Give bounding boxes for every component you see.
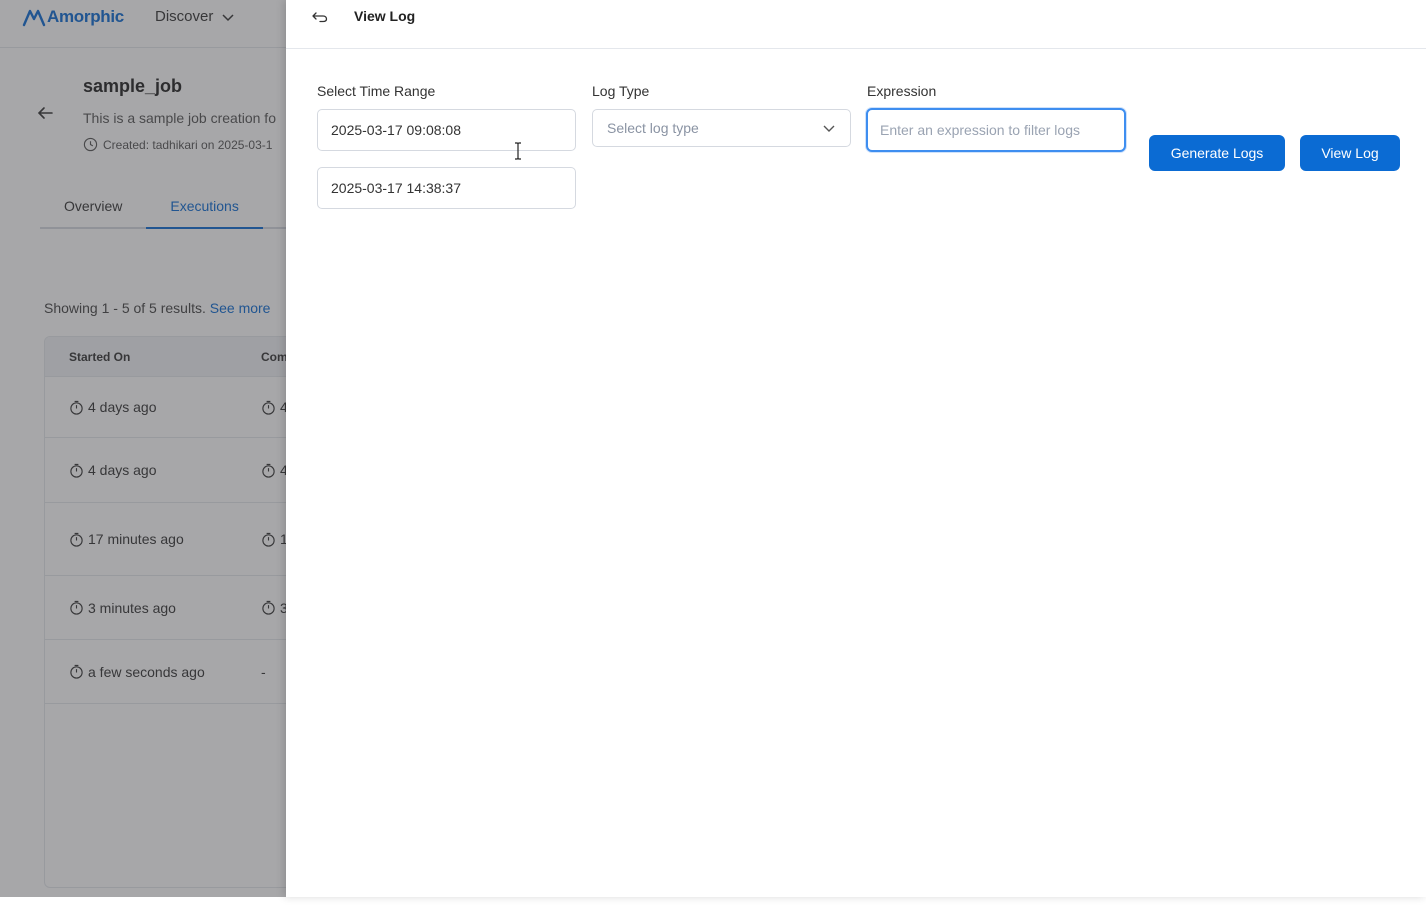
expression-label: Expression	[867, 83, 937, 99]
expression-input[interactable]	[866, 108, 1126, 152]
log-type-select[interactable]: Select log type	[592, 109, 851, 147]
log-type-placeholder: Select log type	[607, 120, 699, 136]
start-time-input[interactable]: 2025-03-17 09:08:08	[317, 109, 576, 151]
view-log-drawer: View Log Select Time Range 2025-03-17 09…	[286, 0, 1426, 897]
log-type-label: Log Type	[592, 83, 650, 99]
drawer-header: View Log	[286, 0, 1426, 49]
return-arrow-icon[interactable]	[311, 9, 329, 25]
view-log-button[interactable]: View Log	[1300, 135, 1400, 171]
drawer-title: View Log	[354, 8, 416, 24]
text-cursor-icon	[515, 142, 521, 160]
time-range-label: Select Time Range	[317, 83, 436, 99]
generate-logs-button[interactable]: Generate Logs	[1149, 135, 1285, 171]
end-time-input[interactable]: 2025-03-17 14:38:37	[317, 167, 576, 209]
chevron-down-icon	[823, 125, 835, 132]
